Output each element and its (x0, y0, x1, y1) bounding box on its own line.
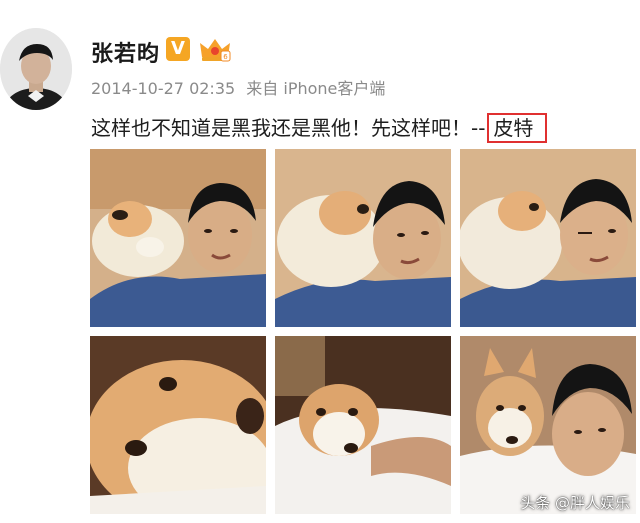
signature-highlight: 皮特 (487, 113, 548, 143)
post-text: 这样也不知道是黑我还是黑他！先这样吧！-- (91, 116, 486, 140)
photo-2[interactable] (275, 149, 451, 327)
photo-4[interactable] (90, 336, 266, 514)
avatar-portrait (0, 28, 72, 110)
photo-3[interactable] (460, 149, 636, 327)
toutiao-watermark: 头条 @胖人娱乐 (520, 494, 630, 512)
post-timestamp[interactable]: 2014-10-27 02:35 (91, 79, 235, 98)
photo-grid (90, 149, 636, 514)
post-source: 来自 iPhone客户端 (246, 79, 386, 98)
username[interactable]: 张若昀 (91, 36, 160, 68)
photo-1[interactable] (90, 149, 266, 327)
crown-vip-icon[interactable]: 6 (198, 35, 232, 65)
post-content: 这样也不知道是黑我还是黑他！先这样吧！-- 皮特 (91, 112, 548, 143)
svg-text:6: 6 (223, 53, 228, 61)
post-meta: 2014-10-27 02:35 来自 iPhone客户端 (91, 75, 385, 99)
photo-5[interactable] (275, 336, 451, 514)
verified-v-icon[interactable]: V (166, 37, 190, 61)
photo-6[interactable] (460, 336, 636, 514)
avatar[interactable] (0, 28, 72, 110)
